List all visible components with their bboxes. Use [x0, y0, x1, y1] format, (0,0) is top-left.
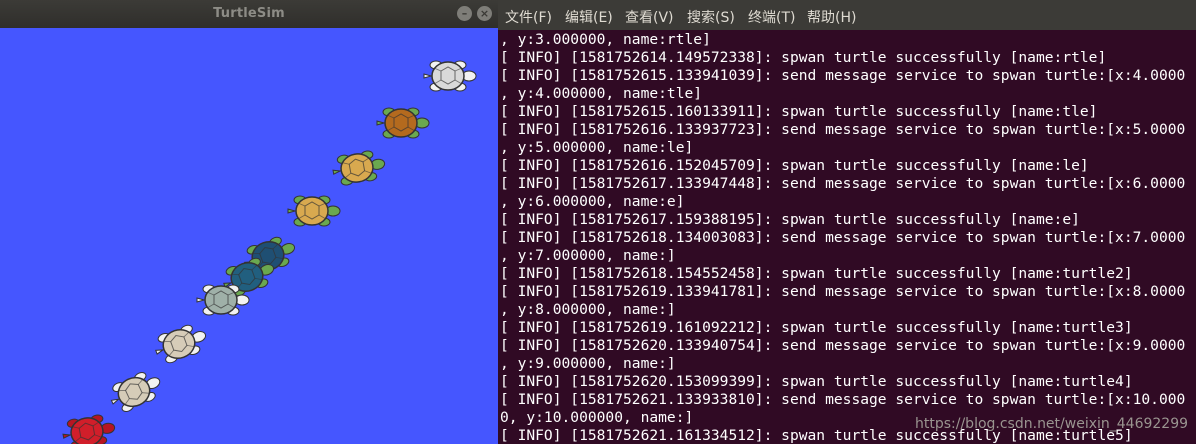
- terminal-line: [ INFO] [1581752616.152045709]: spwan tu…: [500, 157, 1089, 174]
- close-icon[interactable]: ×: [477, 6, 492, 21]
- turtle-tle-icon: [376, 107, 430, 139]
- menu-file[interactable]: 文件(F): [505, 7, 552, 27]
- turtlesim-canvas: [0, 28, 498, 444]
- terminal-line: , y:4.000000, name:tle]: [500, 85, 703, 102]
- watermark: https://blog.csdn.net/weixin_44692299: [915, 416, 1189, 432]
- terminal-output[interactable]: , y:3.000000, name:rtle][ INFO] [1581752…: [500, 31, 1196, 444]
- menu-help[interactable]: 帮助(H): [807, 7, 856, 27]
- terminal-line: , y:5.000000, name:le]: [500, 139, 694, 156]
- menu-terminal[interactable]: 终端(T): [748, 7, 795, 27]
- minimize-icon[interactable]: –: [457, 6, 472, 21]
- terminal-line: [ INFO] [1581752619.133941781]: send mes…: [500, 283, 1186, 300]
- terminal-line: [ INFO] [1581752616.133937723]: send mes…: [500, 121, 1186, 138]
- terminal-window: 文件(F) 编辑(E) 查看(V) 搜索(S) 终端(T) 帮助(H) , y:…: [498, 0, 1196, 444]
- terminal-line: [ INFO] [1581752615.133941039]: send mes…: [500, 67, 1186, 84]
- terminal-line: , y:9.000000, name:]: [500, 355, 676, 372]
- terminal-line: [ INFO] [1581752617.159388195]: spwan tu…: [500, 211, 1080, 228]
- terminal-line: , y:8.000000, name:]: [500, 301, 676, 318]
- menu-edit[interactable]: 编辑(E): [565, 7, 613, 27]
- terminal-line: , y:7.000000, name:]: [500, 247, 676, 264]
- turtle-turtle5-icon: [155, 324, 207, 364]
- turtle-turtle6-icon: [110, 372, 161, 412]
- terminal-line: , y:6.000000, name:e]: [500, 193, 685, 210]
- terminal-line: , y:3.000000, name:rtle]: [500, 31, 711, 48]
- turtle-e-icon: [287, 195, 341, 227]
- terminal-line: [ INFO] [1581752620.133940754]: send mes…: [500, 337, 1186, 354]
- terminal-line: [ INFO] [1581752620.153099399]: spwan tu…: [500, 373, 1133, 390]
- terminal-line: [ INFO] [1581752621.133933810]: send mes…: [500, 391, 1186, 408]
- turtle-rtle-icon: [423, 60, 477, 92]
- turtle-field: [62, 60, 477, 444]
- terminal-line: [ INFO] [1581752618.154552458]: spwan tu…: [500, 265, 1133, 282]
- terminal-line: [ INFO] [1581752614.149572338]: spwan tu…: [500, 49, 1107, 66]
- terminal-line: [ INFO] [1581752615.160133911]: spwan tu…: [500, 103, 1098, 120]
- terminal-line: [ INFO] [1581752619.161092212]: spwan tu…: [500, 319, 1133, 336]
- turtle-le-icon: [332, 150, 386, 186]
- terminal-menubar: 文件(F) 编辑(E) 查看(V) 搜索(S) 终端(T) 帮助(H): [498, 0, 1196, 30]
- turtlesim-titlebar[interactable]: TurtleSim – ×: [0, 0, 498, 28]
- window-title: TurtleSim: [213, 6, 285, 21]
- menu-search[interactable]: 搜索(S): [687, 7, 735, 27]
- terminal-line: [ INFO] [1581752617.133947448]: send mes…: [500, 175, 1186, 192]
- turtle-turtle7-icon: [62, 414, 116, 444]
- turtlesim-window: TurtleSim – ×: [0, 0, 498, 444]
- menu-view[interactable]: 查看(V): [625, 7, 674, 27]
- terminal-line: [ INFO] [1581752618.134003083]: send mes…: [500, 229, 1186, 246]
